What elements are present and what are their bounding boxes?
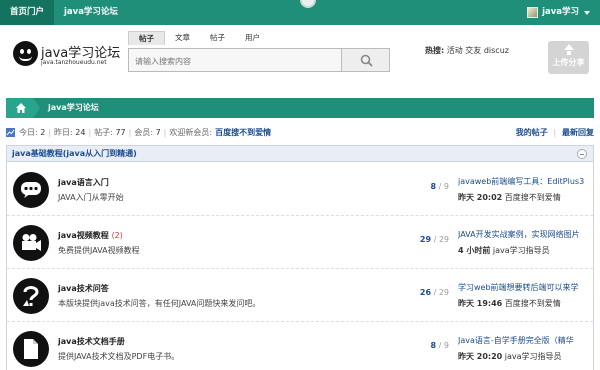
category-title[interactable]: java基础教程(java从入门到精通): [12, 146, 137, 162]
forum-last-post: 学习web前端想要转后端可以来学 昨天 19:46 百度搜不到爱情: [458, 282, 591, 309]
stats-welcome-label: 欢迎新会员:: [169, 128, 213, 137]
nav-forum-link[interactable]: java学习论坛: [64, 0, 118, 25]
search-tab-users[interactable]: 用户: [235, 31, 270, 45]
breadcrumb: java学习论坛: [6, 98, 594, 118]
latest-replies-link[interactable]: 最新回复: [562, 128, 594, 137]
user-menu[interactable]: java学习: [527, 0, 590, 25]
last-post-title[interactable]: 学习web前端想要转后端可以来学: [458, 282, 591, 293]
search-tab-threads[interactable]: 帖子: [200, 31, 235, 45]
forum-name[interactable]: java技术问答: [58, 283, 109, 294]
forum-category: java基础教程(java从入门到精通) java语言入门 JAVA入门从零开始…: [6, 145, 594, 370]
search-box: [128, 48, 343, 73]
upload-share-label: 上传分享: [552, 58, 585, 67]
last-post-title[interactable]: JAVA开发实战案例，实现网络图片: [458, 229, 591, 240]
last-post-user[interactable]: 百度搜不到爱情: [505, 299, 561, 308]
last-post-info: 昨天 20:02 百度搜不到爱情: [458, 193, 561, 202]
forum-name[interactable]: java视频教程 (2): [58, 230, 123, 241]
search-tab-articles[interactable]: 文章: [165, 31, 200, 45]
forum-row: java技术问答 本版块提供java技术问答，有任何JAVA问题快来发问吧。 2…: [7, 269, 593, 322]
forum-row: java视频教程 (2) 免费提供JAVA视频教程 29 / 29 JAVA开发…: [7, 216, 593, 269]
my-posts-link[interactable]: 我的帖子: [516, 128, 548, 137]
forum-count: 29 / 29: [419, 235, 449, 244]
forum-last-post: Java语言-自学手册完全版（精华 昨天 20:20 java学习指导员: [458, 335, 591, 362]
search-icon: [360, 54, 373, 67]
logo-subtitle: java.tanzhoueudu.net: [41, 59, 107, 66]
home-icon: [16, 103, 26, 113]
forum-desc: 免费提供JAVA视频教程: [58, 246, 140, 255]
last-post-info: 昨天 19:46 百度搜不到爱情: [458, 299, 561, 308]
forum-last-post: javaweb前端编写工具：EditPlus3 昨天 20:02 百度搜不到爱情: [458, 176, 591, 203]
forum-desc: 提供JAVA技术文档及PDF电子书。: [58, 352, 180, 361]
search-button[interactable]: [342, 48, 390, 72]
forum-name[interactable]: java技术文档手册: [58, 336, 125, 347]
user-name: java学习: [542, 7, 579, 17]
last-post-info: 4 小时前 java学习指导员: [458, 246, 550, 255]
forum-row: java语言入门 JAVA入门从零开始 8 / 9 javaweb前端编写工具：…: [7, 163, 593, 216]
chat-bubble-icon[interactable]: [13, 172, 49, 208]
forum-name[interactable]: java语言入门: [58, 177, 109, 188]
breadcrumb-current[interactable]: java学习论坛: [48, 98, 99, 118]
hot-search: 热搜: 活动 交友 discuz: [425, 45, 509, 56]
nav-home-link[interactable]: 首页门户: [0, 0, 55, 25]
category-header: java基础教程(java从入门到精通): [7, 146, 593, 162]
question-icon[interactable]: [13, 278, 49, 314]
chevron-down-icon: [584, 10, 590, 15]
forum-row: java技术文档手册 提供JAVA技术文档及PDF电子书。 8 / 9 Java…: [7, 322, 593, 370]
forum-desc: JAVA入门从零开始: [58, 193, 124, 202]
forum-count: 8 / 9: [430, 341, 449, 350]
upload-icon: [563, 44, 574, 50]
stats-members-label: 会员:: [134, 128, 154, 137]
stats-posts-label: 帖子:: [94, 128, 113, 137]
logo-icon[interactable]: [13, 41, 38, 66]
hot-search-items[interactable]: 活动 交友 discuz: [447, 46, 509, 55]
breadcrumb-home[interactable]: [6, 98, 40, 118]
last-post-title[interactable]: Java语言-自学手册完全版（精华: [458, 335, 591, 346]
hot-search-label: 热搜:: [425, 46, 445, 55]
search-input[interactable]: [129, 49, 343, 73]
forum-last-post: JAVA开发实战案例，实现网络图片 4 小时前 java学习指导员: [458, 229, 591, 256]
forum-count: 8 / 9: [430, 182, 449, 191]
quick-links: 我的帖子 | 最新回复: [515, 128, 594, 137]
stats-today-label: 今日:: [19, 128, 38, 137]
last-post-user[interactable]: 百度搜不到爱情: [505, 193, 561, 202]
chart-icon: [6, 128, 15, 137]
document-icon[interactable]: [13, 331, 49, 367]
forum-count: 26 / 29: [419, 288, 449, 297]
notification-bubble-icon[interactable]: [300, 0, 316, 8]
last-post-info: 昨天 20:20 java学习指导员: [458, 352, 562, 361]
stats-members-value: 7: [155, 128, 161, 137]
forum-desc: 本版块提供java技术问答，有任何JAVA问题快来发问吧。: [58, 299, 261, 308]
last-post-user[interactable]: java学习指导员: [505, 352, 562, 361]
last-post-user[interactable]: java学习指导员: [493, 246, 550, 255]
last-post-title[interactable]: javaweb前端编写工具：EditPlus3: [458, 176, 591, 187]
upload-share-button[interactable]: 上传分享: [548, 41, 589, 74]
search-tabs: 帖子 文章 帖子 用户: [128, 31, 270, 45]
avatar: [527, 7, 539, 18]
new-member-link[interactable]: 百度搜不到爱情: [215, 127, 271, 138]
search-tab-posts[interactable]: 帖子: [128, 31, 165, 45]
stats-yesterday-value: 24: [75, 128, 86, 137]
forum-stats: 今日: 2 | 昨日: 24 | 帖子: 77 | 会员: 7 | 欢迎新会员:…: [6, 127, 271, 138]
stats-today-value: 2: [40, 128, 46, 137]
video-camera-icon[interactable]: [13, 225, 49, 261]
stats-posts-value: 77: [115, 128, 126, 137]
collapse-icon[interactable]: [577, 149, 587, 159]
stats-yesterday-label: 昨日:: [54, 128, 73, 137]
top-navbar: 首页门户 java学习论坛 java学习: [0, 0, 600, 25]
